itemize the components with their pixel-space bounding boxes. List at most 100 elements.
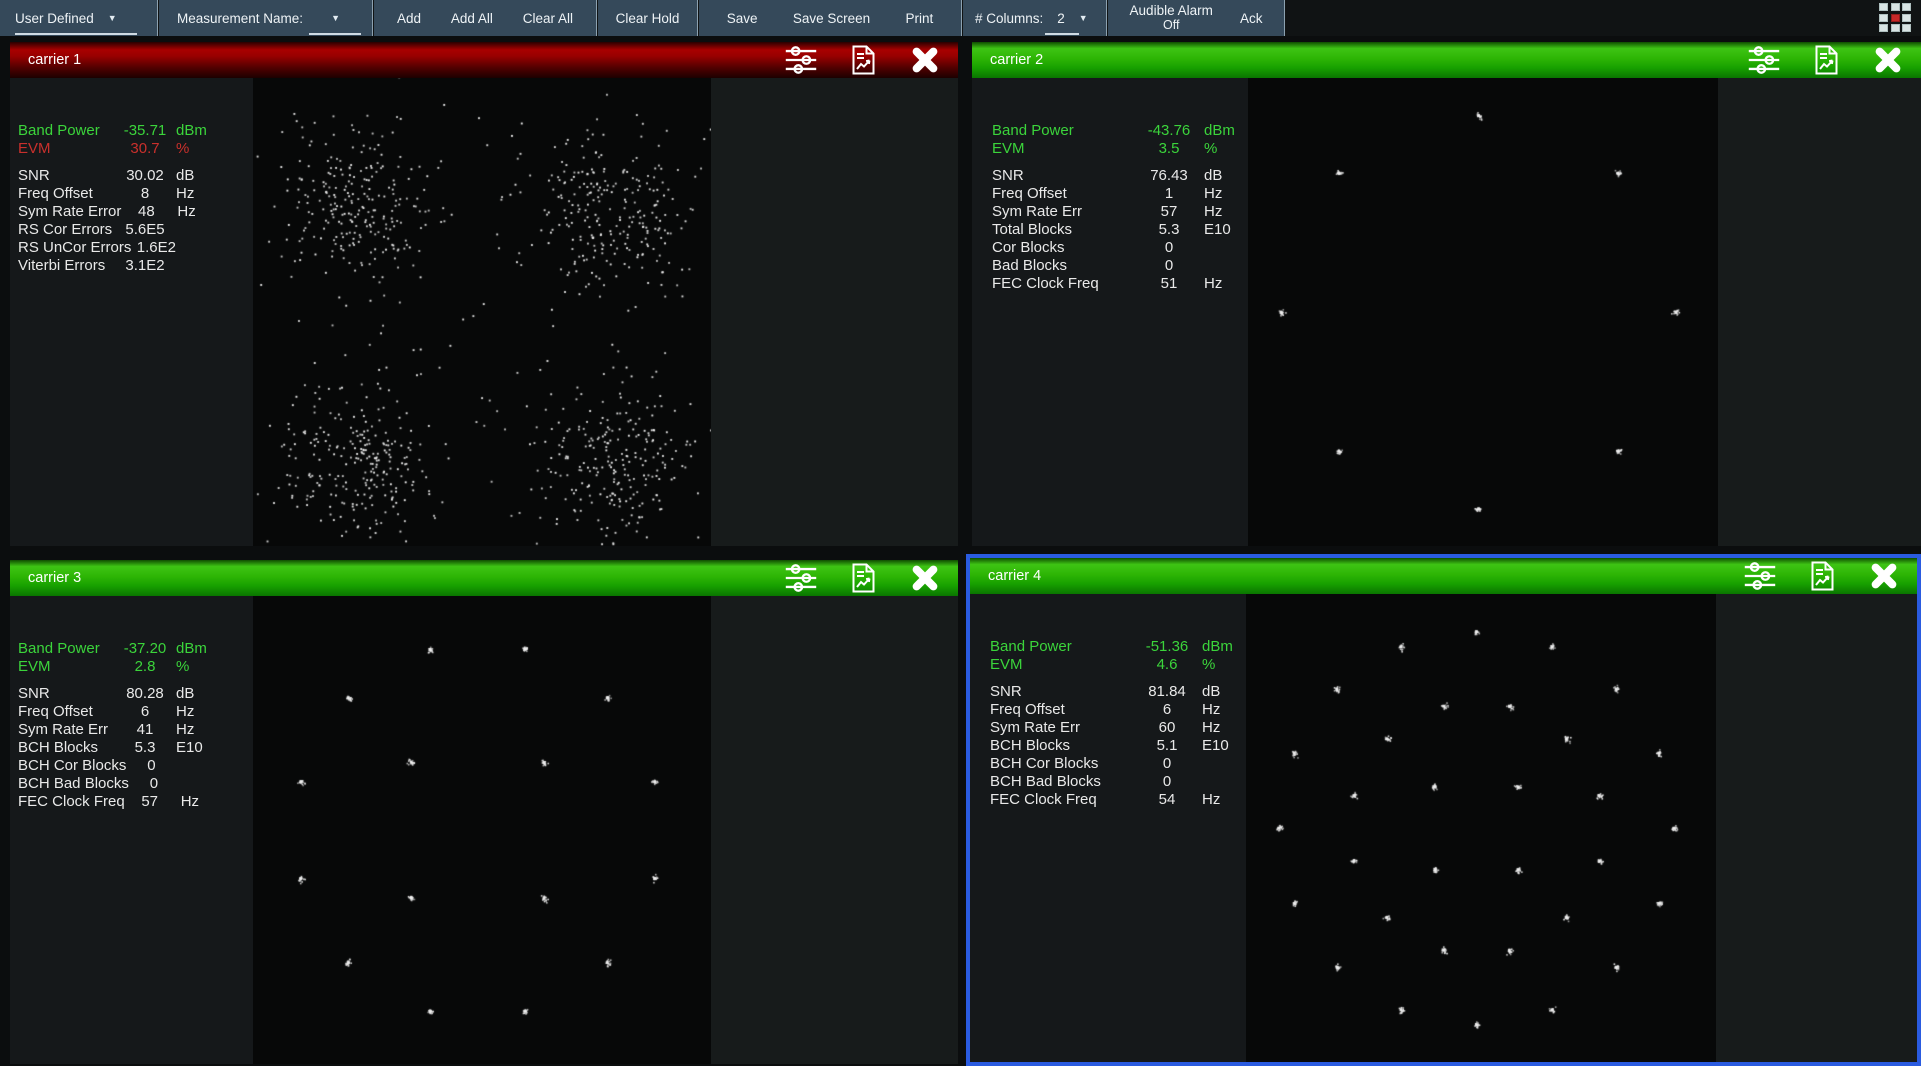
- metric-unit: Hz: [170, 185, 194, 203]
- layout-grid-icon[interactable]: [1879, 3, 1915, 34]
- clear-all-button[interactable]: Clear All: [523, 11, 573, 26]
- carrier-3-titlebar[interactable]: carrier 3: [10, 560, 958, 596]
- metric-label: Freq Offset: [18, 703, 120, 721]
- metric-value: 0: [1140, 239, 1198, 257]
- clear-hold-button[interactable]: Clear Hold: [616, 11, 680, 26]
- panel-filler: [711, 78, 958, 546]
- metric-unit: E10: [170, 739, 203, 757]
- chevron-down-icon: ▼: [331, 13, 340, 23]
- add-all-button[interactable]: Add All: [451, 11, 493, 26]
- preset-dropdown[interactable]: User Defined ▼: [0, 0, 158, 36]
- report-icon[interactable]: [846, 45, 880, 75]
- metric-value: 80.28: [120, 685, 170, 703]
- metric-label: SNR: [18, 167, 120, 185]
- metric-label: EVM: [18, 658, 120, 676]
- panel-filler: [1716, 594, 1917, 1062]
- metric-row: SNR81.84dB: [990, 683, 1246, 701]
- ack-button[interactable]: Ack: [1240, 11, 1263, 26]
- metric-value: 3.5: [1140, 140, 1198, 158]
- metric-label: EVM: [992, 140, 1140, 158]
- metric-value: 0: [1140, 257, 1198, 275]
- close-icon[interactable]: [908, 563, 942, 593]
- metric-value: -43.76: [1140, 122, 1198, 140]
- metric-label: Cor Blocks: [992, 239, 1140, 257]
- metric-row: Sym Rate Err60Hz: [990, 719, 1246, 737]
- metric-row: Cor Blocks0: [992, 239, 1248, 257]
- metric-unit: Hz: [1198, 185, 1222, 203]
- close-icon[interactable]: [1867, 561, 1901, 591]
- carrier-title: carrier 2: [990, 52, 1043, 68]
- metric-unit: %: [1196, 656, 1215, 674]
- metric-unit: %: [1198, 140, 1217, 158]
- metric-label: Sym Rate Err: [990, 719, 1138, 737]
- tune-settings-icon[interactable]: [1743, 561, 1777, 591]
- metric-value: 6: [1138, 701, 1196, 719]
- metric-value: 0: [1138, 755, 1196, 773]
- metric-label: FEC Clock Freq: [992, 275, 1140, 293]
- close-icon[interactable]: [908, 45, 942, 75]
- save-button[interactable]: Save: [727, 11, 758, 26]
- metric-label: Sym Rate Error: [18, 203, 121, 221]
- report-icon[interactable]: [1809, 45, 1843, 75]
- metric-unit: dB: [170, 685, 194, 703]
- save-screen-button[interactable]: Save Screen: [793, 11, 870, 26]
- carrier-1-titlebar[interactable]: carrier 1: [10, 42, 958, 78]
- metric-row: Band Power-37.20dBm: [18, 640, 253, 658]
- audible-alarm-group: Audible Alarm Off Ack: [1108, 0, 1285, 36]
- carrier-4-titlebar[interactable]: carrier 4: [970, 558, 1917, 594]
- report-icon[interactable]: [846, 563, 880, 593]
- measurement-name-dropdown[interactable]: Measurement Name: ▼: [159, 0, 373, 36]
- carrier-panel-3: carrier 3 Band Power-37.20dBmEVM2.8% SNR8…: [10, 560, 958, 1064]
- add-button[interactable]: Add: [397, 11, 421, 26]
- metric-value: 8: [120, 185, 170, 203]
- metric-row: EVM2.8%: [18, 658, 253, 676]
- metric-label: Band Power: [18, 122, 120, 140]
- metric-value: 54: [1138, 791, 1196, 809]
- close-icon[interactable]: [1871, 45, 1905, 75]
- metric-unit: [170, 257, 176, 275]
- metric-unit: %: [170, 658, 189, 676]
- metric-value: -51.36: [1138, 638, 1196, 656]
- metric-value: 57: [1140, 203, 1198, 221]
- constellation-plot: [253, 596, 711, 1064]
- metric-unit: dBm: [170, 122, 207, 140]
- metric-row: BCH Blocks5.3E10: [18, 739, 253, 757]
- print-button[interactable]: Print: [906, 11, 934, 26]
- metric-unit: dBm: [1198, 122, 1235, 140]
- metric-row: Freq Offset8Hz: [18, 185, 253, 203]
- measurement-readouts: Band Power-51.36dBmEVM4.6%SNR81.84dBFreq…: [970, 594, 1246, 1062]
- tune-settings-icon[interactable]: [784, 563, 818, 593]
- metric-value: 30.7: [120, 140, 170, 158]
- metric-row: Freq Offset6Hz: [990, 701, 1246, 719]
- metric-row: EVM3.5%: [992, 140, 1248, 158]
- top-toolbar: User Defined ▼ Measurement Name: ▼ Add A…: [0, 0, 1921, 36]
- metric-row: BCH Cor Blocks0: [18, 757, 253, 775]
- metric-unit: [179, 775, 185, 793]
- metric-row: EVM30.7%: [18, 140, 253, 158]
- tune-settings-icon[interactable]: [784, 45, 818, 75]
- constellation-plot: [253, 78, 711, 546]
- measurement-readouts: Band Power-35.71dBmEVM30.7%SNR30.02dBFre…: [10, 78, 253, 546]
- audible-alarm-state: Off: [1163, 18, 1179, 33]
- panel-filler: [1718, 78, 1921, 546]
- columns-label: # Columns:: [975, 11, 1043, 26]
- metric-row: Total Blocks5.3E10: [992, 221, 1248, 239]
- metric-value: 5.6E5: [120, 221, 170, 239]
- audible-alarm-toggle[interactable]: Audible Alarm Off: [1130, 3, 1213, 33]
- metric-value: 6: [120, 703, 170, 721]
- clear-hold-group: Clear Hold: [598, 0, 698, 36]
- measurement-readouts: Band Power-43.76dBmEVM3.5%SNR76.43dBFreq…: [972, 78, 1248, 546]
- metric-label: BCH Cor Blocks: [990, 755, 1138, 773]
- columns-selector[interactable]: # Columns: 2 ▼: [963, 0, 1107, 36]
- carrier-2-titlebar[interactable]: carrier 2: [972, 42, 1921, 78]
- constellation-plot: [1248, 78, 1718, 546]
- carrier-panel-4-selected: carrier 4 Band Power-51.36dBmEVM4.6%SNR8…: [966, 554, 1921, 1066]
- metric-unit: E10: [1196, 737, 1229, 755]
- metric-label: SNR: [18, 685, 120, 703]
- metric-value: 5.1: [1138, 737, 1196, 755]
- metric-row: Freq Offset1Hz: [992, 185, 1248, 203]
- metric-label: Sym Rate Err: [18, 721, 120, 739]
- tune-settings-icon[interactable]: [1747, 45, 1781, 75]
- constellation-plot: [1246, 594, 1716, 1062]
- report-icon[interactable]: [1805, 561, 1839, 591]
